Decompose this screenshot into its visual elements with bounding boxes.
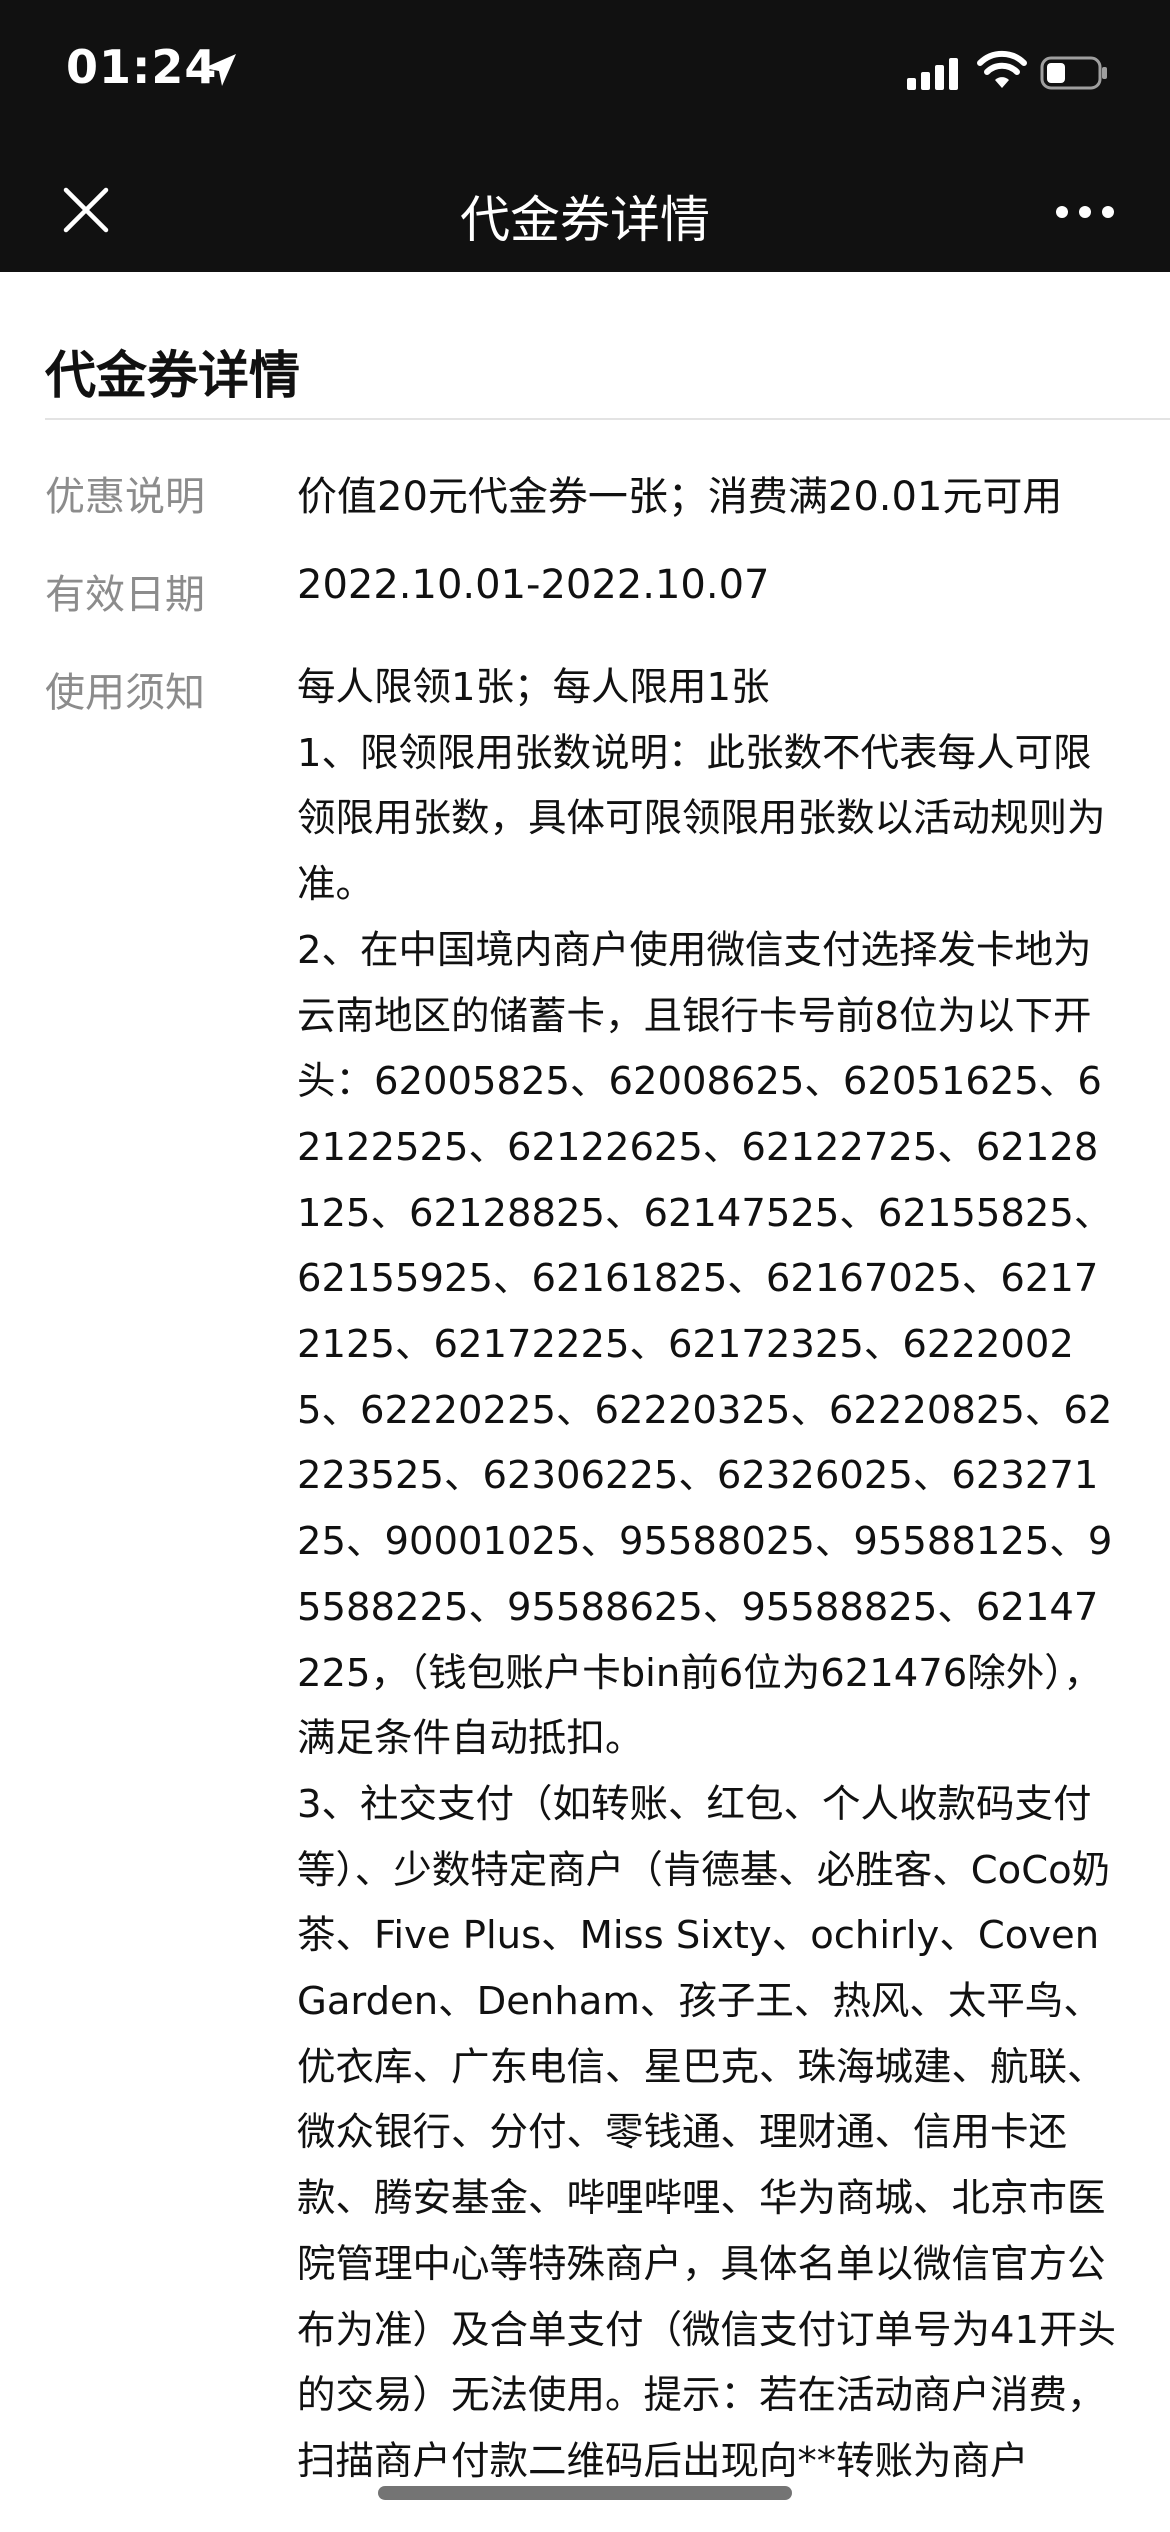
usage-notes: 每人限领1张；每人限用1张 1、限领限用张数说明：此张数不代表每人可限领限用张数… <box>297 655 1117 2495</box>
validity-value: 2022.10.01-2022.10.07 <box>297 562 770 608</box>
notes-line: 每人限领1张；每人限用1张 <box>297 665 770 710</box>
wifi-icon <box>977 50 1027 88</box>
notes-label: 使用须知 <box>45 670 205 716</box>
divider <box>45 418 1170 420</box>
more-dots-icon <box>1056 206 1114 218</box>
notes-line: 3、社交支付（如转账、红包、个人收款码支付等）、少数特定商户（肯德基、必胜客、C… <box>297 1781 1116 2484</box>
battery-icon <box>1040 56 1107 90</box>
nav-bar: 代金券详情 <box>0 150 1170 272</box>
notes-line: 2、在中国境内商户使用微信支付选择发卡地为云南地区的储蓄卡，且银行卡号前8位为以… <box>297 927 1113 1762</box>
offer-label: 优惠说明 <box>45 474 205 520</box>
validity-label: 有效日期 <box>45 572 205 618</box>
page-title: 代金券详情 <box>460 191 710 249</box>
notes-line: 1、限领限用张数说明：此张数不代表每人可限领限用张数，具体可限领限用张数以活动规… <box>297 730 1106 908</box>
coupon-detail-content[interactable]: 代金券详情 优惠说明 价值20元代金券一张；消费满20.01元可用 有效日期 2… <box>0 272 1170 2532</box>
status-bar: 01:24 <box>0 0 1170 150</box>
offer-value: 价值20元代金券一张；消费满20.01元可用 <box>297 474 1063 520</box>
more-button[interactable] <box>1040 186 1130 238</box>
cellular-signal-icon <box>907 58 958 90</box>
section-title: 代金券详情 <box>45 347 301 406</box>
location-arrow-icon <box>204 54 236 86</box>
status-time: 01:24 <box>66 40 218 94</box>
home-indicator[interactable] <box>378 2486 792 2500</box>
